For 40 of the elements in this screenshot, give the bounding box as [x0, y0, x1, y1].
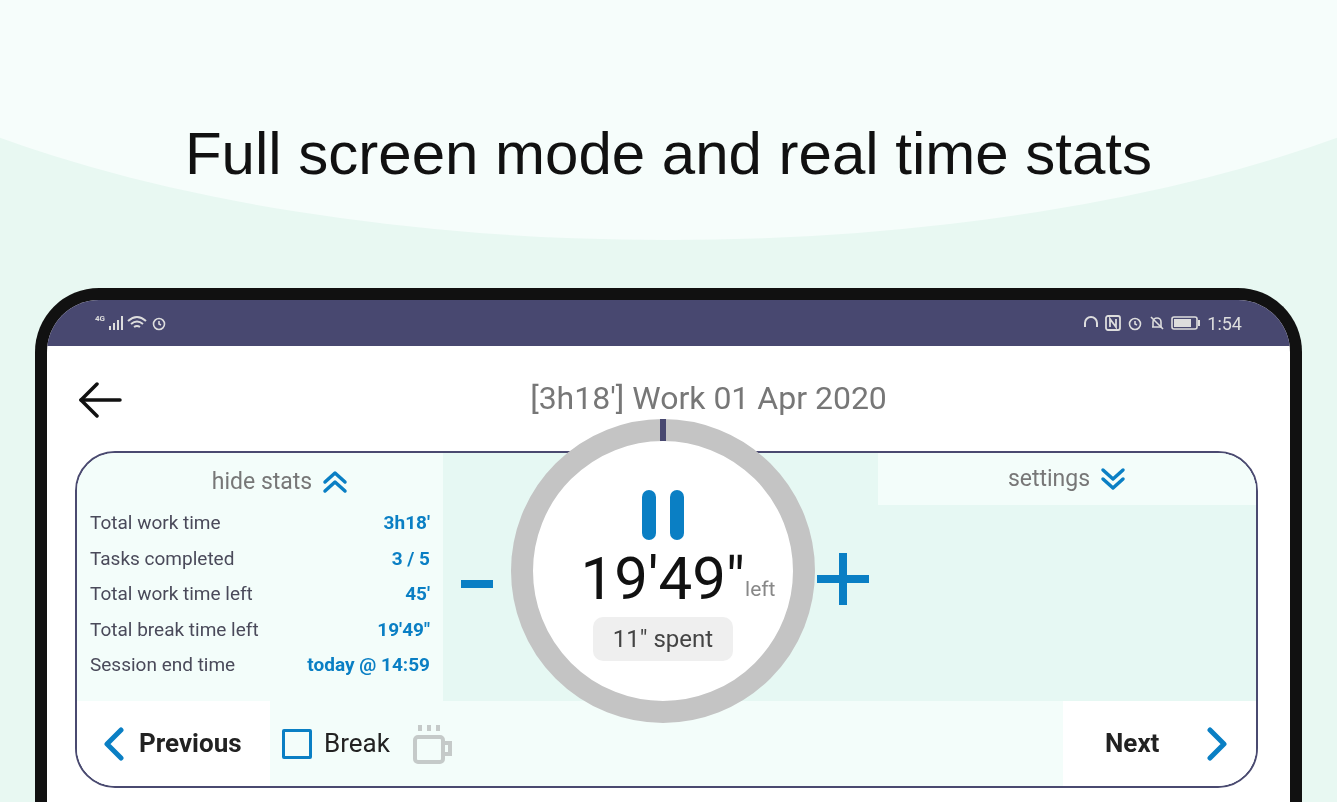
chevron-right-icon [1206, 726, 1228, 761]
stat-label: Total break time left [90, 616, 259, 643]
wifi-icon [127, 315, 148, 331]
battery-icon [1171, 316, 1202, 330]
increase-button[interactable] [815, 551, 871, 607]
stat-value: 19'49" [377, 616, 430, 643]
stat-label: Tasks completed [90, 545, 235, 572]
settings-toggle[interactable]: settings [878, 453, 1256, 505]
stat-value: 45' [405, 581, 430, 607]
plus-icon [817, 553, 869, 605]
clock-time: 1:54 [1207, 311, 1242, 336]
time-unit: left [745, 575, 776, 603]
stat-label: Session end time [90, 652, 236, 678]
signal-icon [109, 316, 124, 330]
network-label: 4G [95, 313, 106, 325]
progress-marker-icon [660, 419, 666, 441]
session-title: [3h18'] Work 01 Apr 2020 [530, 377, 887, 419]
break-checkbox[interactable]: Break [282, 701, 390, 786]
hide-stats-toggle[interactable]: hide stats [211, 465, 349, 500]
muted-bell-icon [1149, 315, 1166, 331]
stat-label: Total work time left [90, 581, 253, 607]
pause-button[interactable] [640, 489, 686, 541]
alarm-icon [151, 315, 168, 331]
stat-value: 3h18' [383, 510, 430, 536]
chevron-left-icon [103, 726, 125, 761]
alarm-icon [1127, 315, 1144, 331]
caption: Full screen mode and real time stats [184, 119, 1153, 189]
pause-icon [642, 490, 684, 540]
stat-value: 3 / 5 [391, 545, 430, 572]
stat-label: Total work time [90, 510, 221, 536]
double-chevron-icon [322, 470, 349, 495]
next-button[interactable]: Next [1063, 701, 1256, 786]
previous-button[interactable]: Previous [77, 701, 270, 786]
back-button[interactable] [77, 380, 123, 420]
double-chevron-icon [1100, 467, 1127, 491]
time-remaining: 19'49" [580, 547, 746, 611]
minus-icon [461, 580, 493, 588]
time-spent-badge: 11" spent [592, 617, 734, 661]
stat-value: today @ 14:59 [307, 652, 430, 678]
nfc-icon [1105, 315, 1122, 331]
